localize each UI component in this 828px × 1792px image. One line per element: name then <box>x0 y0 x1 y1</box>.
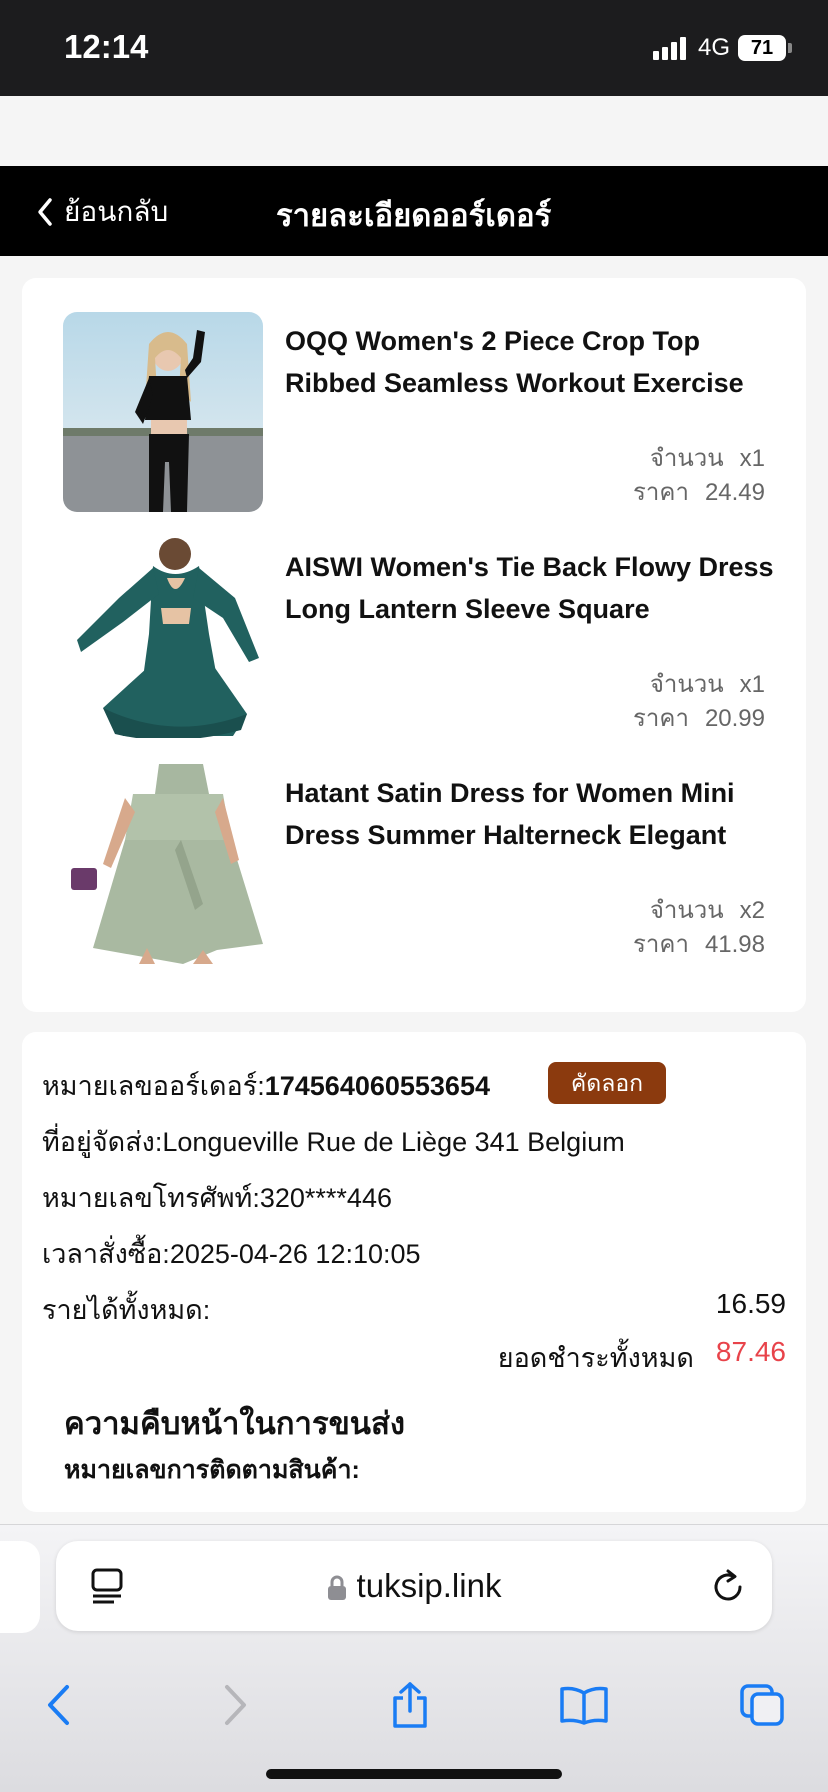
status-time: 12:14 <box>64 28 149 65</box>
product-image <box>63 764 263 964</box>
product-price: ราคา 20.99 <box>633 705 765 732</box>
total-label: ยอดชำระทั้งหมด <box>497 1343 694 1373</box>
total-value: 87.46 <box>715 1336 786 1367</box>
product-image <box>63 312 263 512</box>
share-button[interactable] <box>382 1677 438 1733</box>
signal-icon <box>652 36 686 60</box>
address-bar[interactable]: tuksip.link <box>56 1541 772 1631</box>
tabs-icon <box>740 1684 784 1726</box>
product-item[interactable]: AISWI Women's Tie Back Flowy Dress Long … <box>63 538 783 743</box>
address-row: ที่อยู่จัดส่ง:Longueville Rue de Liège 3… <box>42 1120 625 1163</box>
battery-icon: 71 <box>738 35 786 61</box>
phone-label: หมายเลขโทรศัพท์: <box>42 1183 260 1213</box>
chevron-right-icon <box>225 1685 246 1725</box>
bookmarks-button[interactable] <box>556 1677 612 1733</box>
browser-back-button[interactable] <box>30 1677 86 1733</box>
browser-chrome: tuksip.link <box>0 1524 828 1792</box>
book-icon <box>560 1686 608 1725</box>
status-indicators: 4G 71 <box>652 34 792 62</box>
address-label: ที่อยู่จัดส่ง: <box>42 1127 163 1157</box>
previous-tab-preview[interactable] <box>0 1541 40 1633</box>
order-items-card: OQQ Women's 2 Piece Crop Top Ribbed Seam… <box>22 278 806 1012</box>
product-item[interactable]: OQQ Women's 2 Piece Crop Top Ribbed Seam… <box>63 312 783 517</box>
tabs-button[interactable] <box>734 1677 790 1733</box>
product-name: AISWI Women's Tie Back Flowy Dress Long … <box>285 552 774 624</box>
chevron-left-icon <box>38 198 52 226</box>
total-row: ยอดชำระทั้งหมด 87.46 <box>498 1336 786 1379</box>
lock-icon <box>327 1575 346 1601</box>
network-label: 4G <box>697 34 730 61</box>
order-time-row: เวลาสั่งซื้อ:2025-04-26 12:10:05 <box>42 1232 421 1275</box>
copy-button[interactable]: คัดลอก <box>548 1062 666 1104</box>
shipping-progress-title: ความคืบหน้าในการขนส่ง <box>64 1406 406 1441</box>
product-name: Hatant Satin Dress for Women Mini Dress … <box>285 778 735 850</box>
product-name: OQQ Women's 2 Piece Crop Top Ribbed Seam… <box>285 326 744 398</box>
reload-icon[interactable] <box>710 1567 746 1605</box>
order-number-value: 174564060553654 <box>264 1071 490 1101</box>
order-number-label: หมายเลขออร์เดอร์: <box>42 1071 265 1101</box>
home-indicator[interactable] <box>266 1769 562 1779</box>
back-button[interactable]: ย้อนกลับ <box>36 190 168 234</box>
product-price: ราคา 41.98 <box>633 931 765 958</box>
url-text: tuksip.link <box>356 1567 502 1604</box>
battery-tip <box>788 43 792 53</box>
browser-forward-button[interactable] <box>208 1677 264 1733</box>
product-price: ราคา 24.49 <box>633 479 765 506</box>
phone-row: หมายเลขโทรศัพท์:320****446 <box>42 1176 392 1219</box>
product-image <box>63 538 263 738</box>
nav-header: ย้อนกลับ รายละเอียดออร์เดอร์ <box>0 166 828 256</box>
product-item[interactable]: Hatant Satin Dress for Women Mini Dress … <box>63 764 783 969</box>
order-time-value: 2025-04-26 12:10:05 <box>169 1239 421 1269</box>
address-value: Longueville Rue de Liège 341 Belgium <box>162 1127 625 1157</box>
order-number-row: หมายเลขออร์เดอร์:174564060553654 <box>42 1064 490 1107</box>
tracking-number-label: หมายเลขการติดตามสินค้า: <box>64 1456 360 1484</box>
order-info-card: หมายเลขออร์เดอร์:174564060553654 คัดลอก … <box>22 1032 806 1512</box>
phone-value: 320****446 <box>259 1183 392 1213</box>
chevron-left-icon <box>48 1685 69 1725</box>
page-title: รายละเอียดออร์เดอร์ <box>276 198 552 233</box>
url-display: tuksip.link <box>56 1567 772 1605</box>
share-icon <box>393 1682 427 1728</box>
order-time-label: เวลาสั่งซื้อ: <box>42 1239 170 1269</box>
back-label: ย้อนกลับ <box>64 196 169 227</box>
status-bar: 12:14 4G 71 <box>0 0 828 96</box>
income-value: 16.59 <box>715 1288 786 1319</box>
income-label: รายได้ทั้งหมด: <box>42 1295 211 1325</box>
page-top-band <box>0 96 828 166</box>
